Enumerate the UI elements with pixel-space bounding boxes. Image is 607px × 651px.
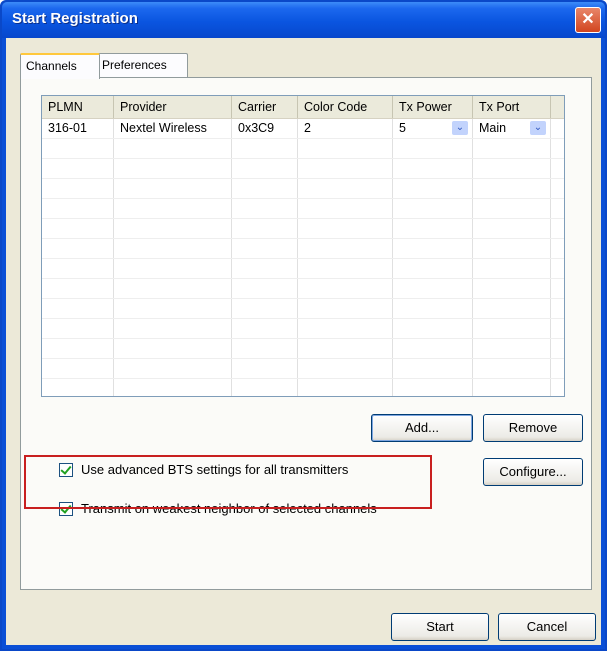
chevron-down-icon[interactable]: ⌄ <box>530 121 546 135</box>
empty-row <box>42 299 564 319</box>
tx-port-value: Main <box>479 121 507 135</box>
channels-panel: PLMN Provider Carrier Color Code Tx Powe… <box>20 77 592 590</box>
dialog-window: Start Registration ✕ Channels Preference… <box>0 0 607 651</box>
cell-filler <box>551 119 564 138</box>
chevron-down-icon[interactable]: ⌄ <box>452 121 468 135</box>
column-header-tx-power[interactable]: Tx Power <box>393 96 473 118</box>
tab-channels-label: Channels <box>26 59 77 73</box>
table-row[interactable]: 316-01 Nextel Wireless 0x3C9 2 5 ⌄ Main … <box>42 119 564 139</box>
empty-row <box>42 279 564 299</box>
empty-row <box>42 199 564 219</box>
cell-color-code[interactable]: 2 <box>298 119 393 138</box>
column-header-provider[interactable]: Provider <box>114 96 232 118</box>
channels-table[interactable]: PLMN Provider Carrier Color Code Tx Powe… <box>41 95 565 397</box>
title-bar[interactable]: Start Registration ✕ <box>2 2 605 38</box>
empty-row <box>42 139 564 159</box>
empty-row <box>42 179 564 199</box>
close-button[interactable]: ✕ <box>575 7 601 33</box>
dialog-title: Start Registration <box>12 10 138 27</box>
tx-power-dropdown[interactable]: 5 ⌄ <box>393 119 473 138</box>
tab-channels[interactable]: Channels <box>20 53 100 79</box>
empty-row <box>42 259 564 279</box>
column-header-filler <box>551 96 564 118</box>
tx-power-value: 5 <box>399 121 406 135</box>
empty-row <box>42 379 564 396</box>
column-header-carrier[interactable]: Carrier <box>232 96 298 118</box>
empty-row <box>42 159 564 179</box>
table-header: PLMN Provider Carrier Color Code Tx Powe… <box>42 96 564 119</box>
cell-carrier[interactable]: 0x3C9 <box>232 119 298 138</box>
cancel-button[interactable]: Cancel <box>498 613 596 641</box>
add-button[interactable]: Add... <box>371 414 473 442</box>
column-header-plmn[interactable]: PLMN <box>42 96 114 118</box>
empty-row <box>42 339 564 359</box>
column-header-color-code[interactable]: Color Code <box>298 96 393 118</box>
tx-port-dropdown[interactable]: Main ⌄ <box>473 119 551 138</box>
column-header-tx-port[interactable]: Tx Port <box>473 96 551 118</box>
cell-provider[interactable]: Nextel Wireless <box>114 119 232 138</box>
empty-row <box>42 239 564 259</box>
empty-row <box>42 319 564 339</box>
tab-preferences-label: Preferences <box>102 58 167 72</box>
start-button[interactable]: Start <box>391 613 489 641</box>
remove-button[interactable]: Remove <box>483 414 583 442</box>
tab-preferences[interactable]: Preferences <box>96 53 188 77</box>
empty-row <box>42 359 564 379</box>
annotation-highlight-box <box>24 455 432 509</box>
configure-button[interactable]: Configure... <box>483 458 583 486</box>
close-icon: ✕ <box>581 11 595 28</box>
cell-plmn[interactable]: 316-01 <box>42 119 114 138</box>
dialog-client-area: Channels Preferences PLMN Provider Carri… <box>6 38 601 645</box>
empty-row <box>42 219 564 239</box>
